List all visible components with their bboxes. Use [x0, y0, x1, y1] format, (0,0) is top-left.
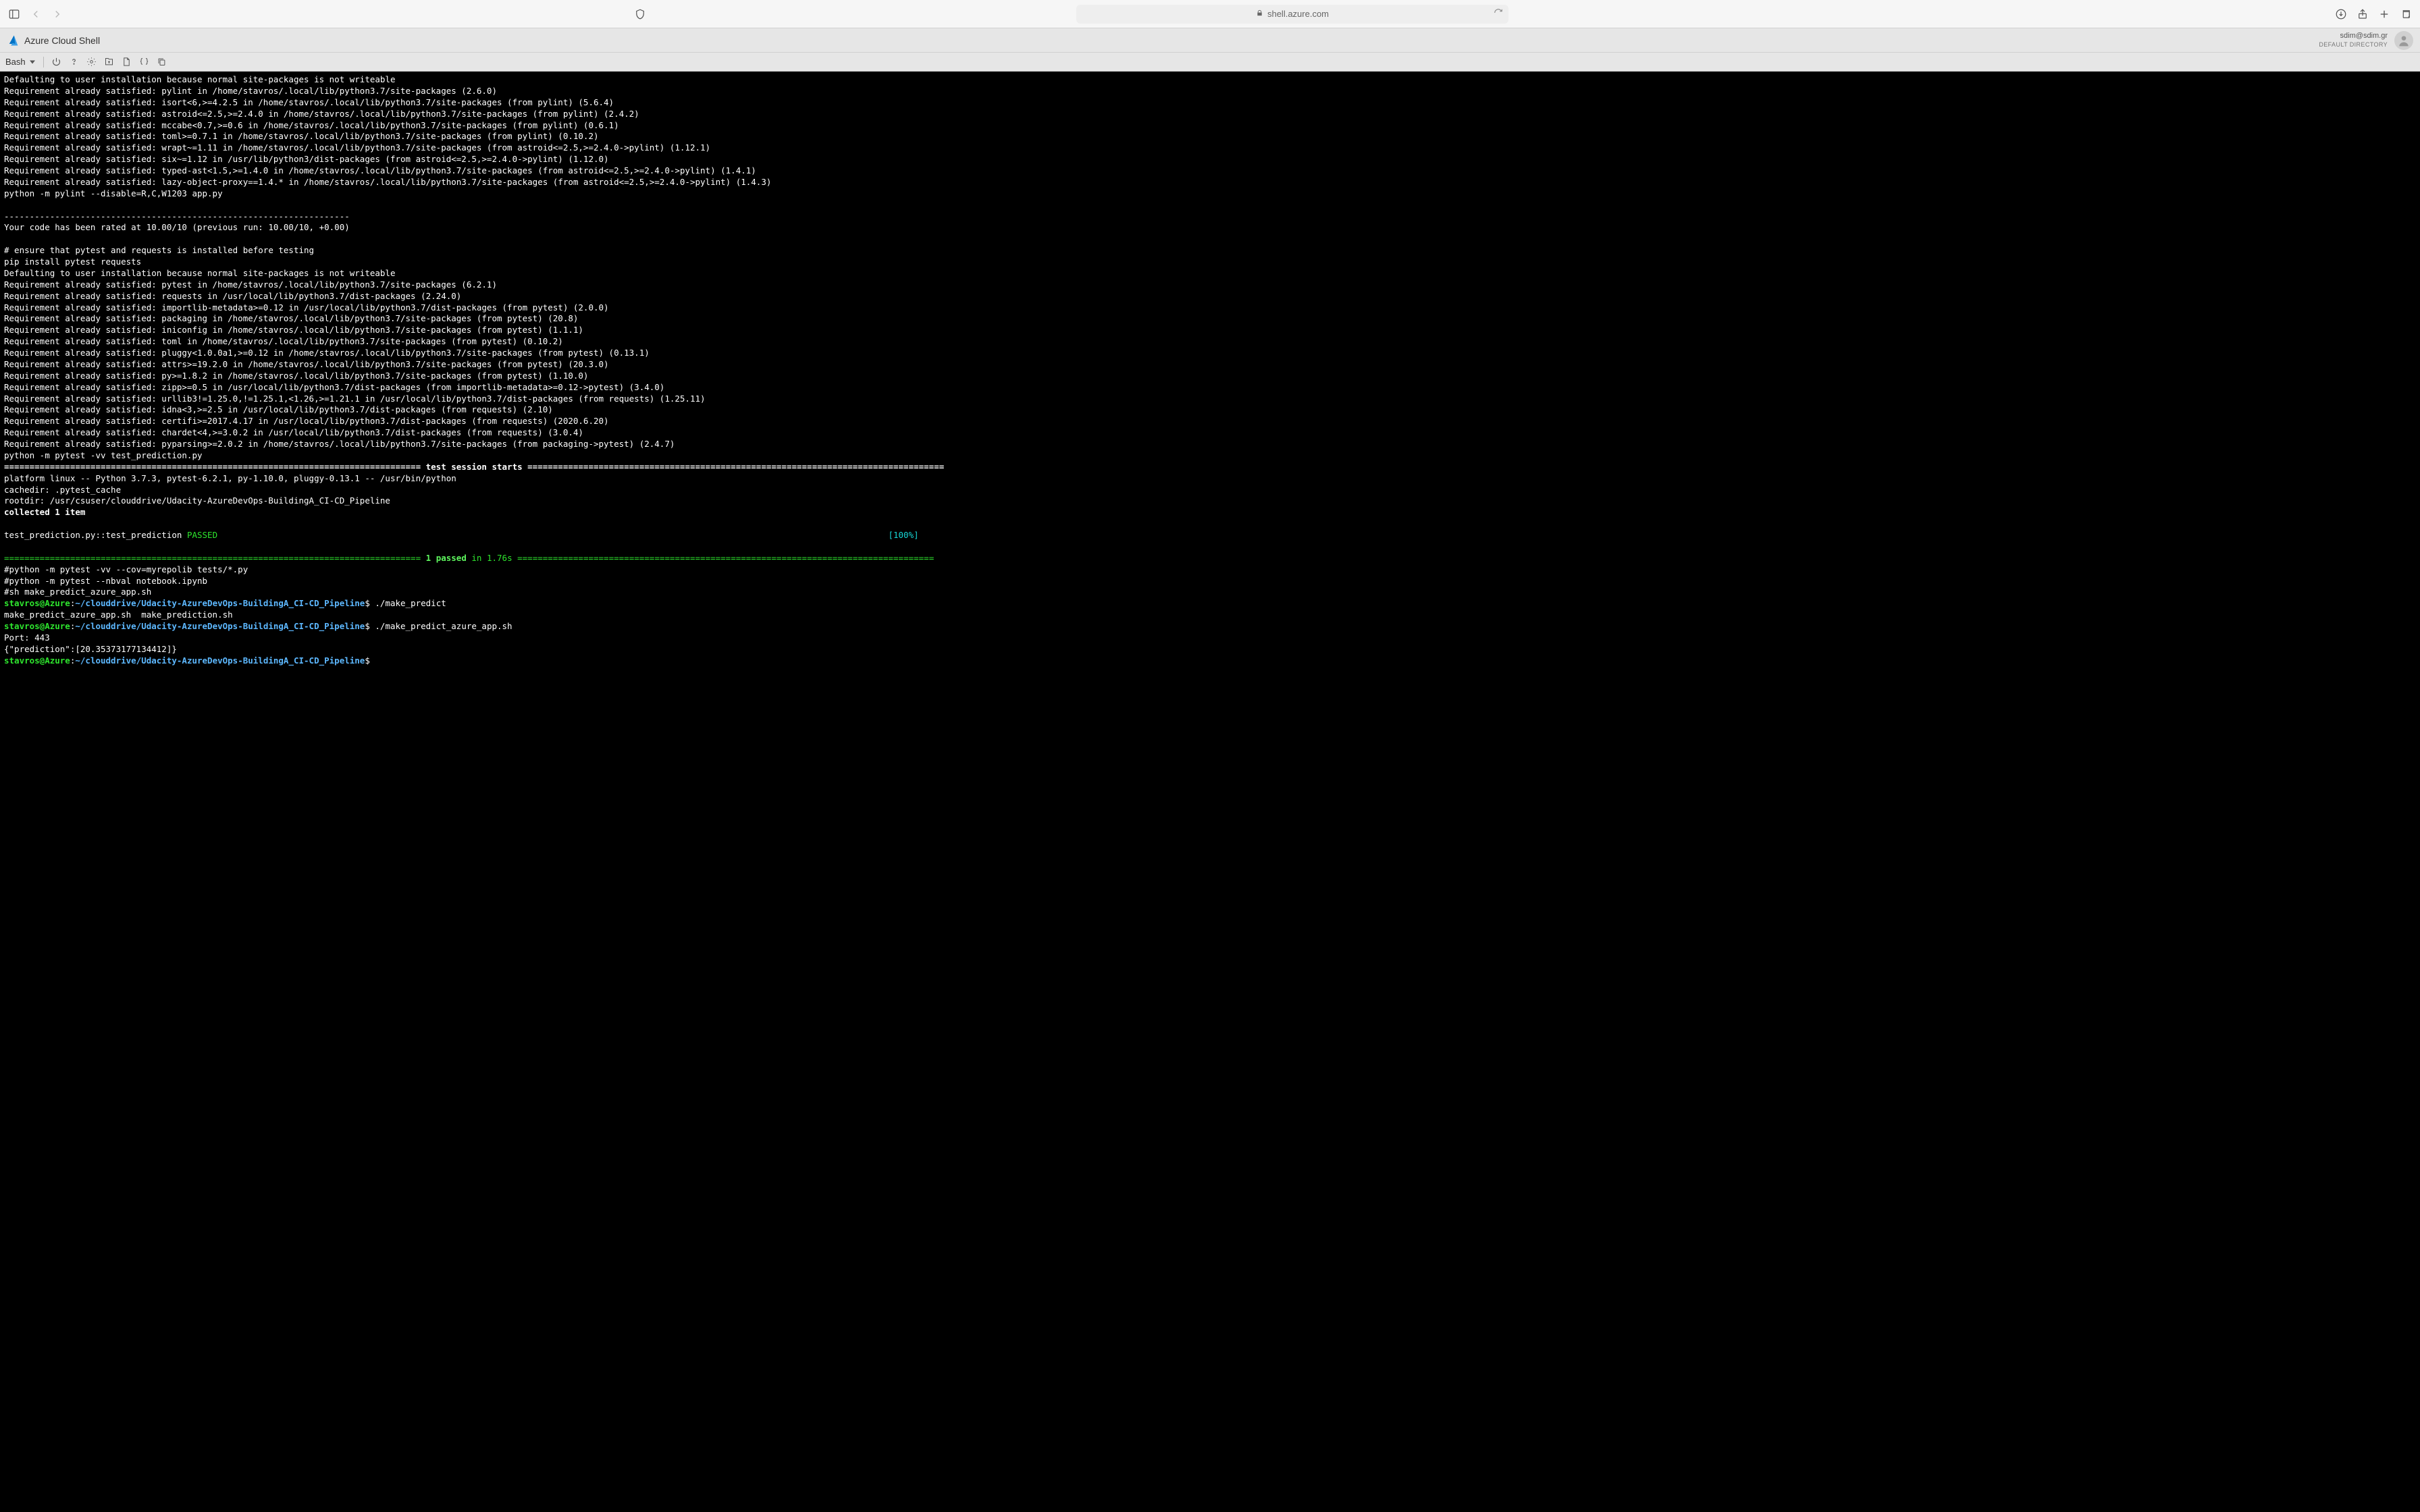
- share-icon[interactable]: [2357, 8, 2369, 20]
- separator: [43, 57, 44, 68]
- new-tab-icon[interactable]: [2378, 8, 2390, 20]
- new-file-icon[interactable]: [121, 57, 132, 68]
- avatar[interactable]: [2394, 31, 2413, 50]
- shield-icon[interactable]: [634, 8, 646, 20]
- braces-icon[interactable]: [138, 57, 149, 68]
- back-icon[interactable]: [30, 8, 42, 20]
- settings-icon[interactable]: [86, 57, 97, 68]
- address-bar[interactable]: shell.azure.com: [1076, 5, 1508, 24]
- shell-toolbar: Bash: [0, 53, 2420, 72]
- download-icon[interactable]: [2335, 8, 2347, 20]
- power-icon[interactable]: [51, 57, 61, 68]
- user-directory: DEFAULT DIRECTORY: [2319, 41, 2388, 49]
- address-text: shell.azure.com: [1267, 9, 1329, 19]
- azure-title: Azure Cloud Shell: [24, 35, 100, 46]
- copy-icon[interactable]: [156, 57, 167, 68]
- azure-logo: Azure Cloud Shell: [7, 34, 100, 47]
- shell-select-wrap[interactable]: Bash: [5, 57, 36, 67]
- sidebar-toggle-icon[interactable]: [8, 8, 20, 20]
- refresh-icon[interactable]: [1494, 8, 1503, 20]
- terminal-output[interactable]: Defaulting to user installation because …: [0, 72, 2420, 1512]
- lock-icon: [1256, 9, 1263, 19]
- upload-icon[interactable]: [103, 57, 114, 68]
- tabs-icon[interactable]: [2400, 8, 2412, 20]
- user-block[interactable]: sdim@sdim.gr DEFAULT DIRECTORY: [2319, 32, 2388, 49]
- azure-header: Azure Cloud Shell sdim@sdim.gr DEFAULT D…: [0, 28, 2420, 53]
- browser-chrome: shell.azure.com: [0, 0, 2420, 28]
- shell-type-select[interactable]: Bash: [5, 57, 36, 67]
- forward-icon[interactable]: [51, 8, 63, 20]
- help-icon[interactable]: [68, 57, 79, 68]
- user-email: sdim@sdim.gr: [2319, 32, 2388, 41]
